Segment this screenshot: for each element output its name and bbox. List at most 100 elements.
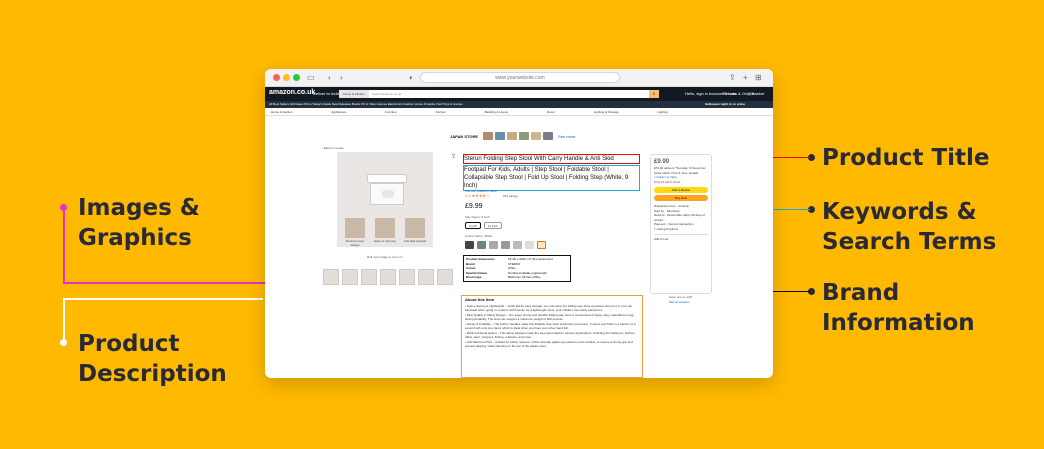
main-product-image[interactable]: Round corner design Easy to carrying Ant… <box>337 152 433 247</box>
description-bullet: • Multi-functional Helper – The safety f… <box>465 330 636 340</box>
brand-information-table: Product dimensions 23.4D x 32W x 27.9H ce… <box>463 255 571 282</box>
sell-prompt: Have one to sell? <box>669 295 693 299</box>
promo-link[interactable]: Halloween night in on prime <box>705 101 745 108</box>
product-price: £9.99 <box>465 203 483 210</box>
callout-line: Product <box>78 331 180 357</box>
basket-link[interactable]: 🛒Basket <box>747 91 764 96</box>
description-connector <box>63 298 65 342</box>
colour-swatch[interactable] <box>489 241 498 249</box>
banner-thumb <box>543 132 554 140</box>
close-window-button[interactable] <box>273 74 280 81</box>
sub-nav-item[interactable]: Lighting <box>657 110 668 114</box>
size-option[interactable]: 9 Inch <box>465 222 482 229</box>
sub-nav-item[interactable]: Bedding & Linens <box>485 110 509 114</box>
callout-line: Description <box>78 361 227 387</box>
description-connector <box>63 298 263 300</box>
search-icon[interactable]: ⌕ <box>649 90 659 98</box>
sidebar-icon[interactable]: ▭ <box>307 72 315 83</box>
banner-thumb <box>519 132 530 140</box>
basket-label: Basket <box>751 91 765 96</box>
thumbnail[interactable] <box>418 269 434 285</box>
colour-swatch[interactable] <box>513 241 522 249</box>
add-to-list-button[interactable]: Add to List <box>654 234 708 242</box>
size-option[interactable]: 11 Inch <box>484 222 502 229</box>
thumbnail[interactable] <box>361 269 377 285</box>
share-icon[interactable]: ⇪ <box>451 154 456 160</box>
callout-brand-information: Brand Information <box>822 278 975 338</box>
colour-swatch[interactable] <box>537 241 546 249</box>
amazon-nav: All Best Sellers Gift Ideas Prime Today'… <box>265 101 773 108</box>
thumbnail[interactable] <box>437 269 453 285</box>
callout-images-graphics: Images & Graphics <box>78 193 200 253</box>
address-bar[interactable]: www.yourwebsite.com <box>420 72 620 83</box>
minimize-window-button[interactable] <box>283 74 290 81</box>
callout-line: Product Title <box>822 145 990 171</box>
thumbnail-strip <box>323 269 453 285</box>
sub-nav-item[interactable]: Kitchen <box>436 110 446 114</box>
product-title: Sterun Folding Step Stool With Carry Han… <box>463 154 640 191</box>
amazon-logo[interactable]: amazon.co.uk <box>269 89 315 96</box>
buybox-info: Dispatches from · Amazon Sold by · SinoG… <box>654 204 708 227</box>
stock-status: Only 12 left in stock. <box>654 179 682 184</box>
sub-nav-item[interactable]: Lighting & Storage <box>594 110 619 114</box>
back-icon[interactable]: ‹ <box>328 72 331 83</box>
buy-now-button[interactable]: Buy Now <box>654 195 708 201</box>
sell-on-amazon-link[interactable]: Sell on Amazon <box>669 300 690 305</box>
feature-label: Easy to carrying <box>374 239 396 243</box>
back-to-results-link[interactable]: ‹ Back to results <box>322 146 344 150</box>
sub-nav-item[interactable]: Home & Garden <box>271 110 293 114</box>
callout-line: Brand <box>822 280 900 306</box>
sub-nav-item[interactable]: Décor <box>547 110 555 114</box>
callout-line: Graphics <box>78 225 192 251</box>
callout-line: Images & <box>78 195 200 221</box>
thumbnail[interactable] <box>380 269 396 285</box>
callout-line: Search Terms <box>822 229 997 255</box>
nav-items[interactable]: All Best Sellers Gift Ideas Prime Today'… <box>269 102 463 106</box>
thumbnail[interactable] <box>342 269 358 285</box>
thumbnail[interactable] <box>323 269 339 285</box>
callout-product-title: Product Title <box>822 143 990 173</box>
feature-image <box>345 218 365 238</box>
colour-swatch[interactable] <box>477 241 486 249</box>
callout-line: Information <box>822 310 975 336</box>
deliver-to[interactable]: Deliver to India <box>313 91 340 96</box>
rating-stars[interactable]: 4.4 ★★★★☆ <box>465 193 490 198</box>
colour-label: Colour Name: White <box>465 234 493 238</box>
forward-icon[interactable]: › <box>340 72 343 83</box>
maximize-window-button[interactable] <box>293 74 300 81</box>
colour-swatch[interactable] <box>501 241 510 249</box>
stool-image <box>370 183 404 205</box>
share-icon[interactable]: ⇪ <box>729 72 736 83</box>
product-description: About this item • Space Saving & Lightwe… <box>461 295 643 378</box>
description-bullet: • Handy & Foldable – The built-in handle… <box>465 321 636 331</box>
callout-keywords-search: Keywords & Search Terms <box>822 197 996 257</box>
gift-option-checkbox[interactable]: ☐ Add gift options <box>654 227 708 232</box>
sub-nav-item[interactable]: Appliances <box>331 110 346 114</box>
store-banner[interactable]: JAPAN STORE See more <box>450 131 575 141</box>
stool-image <box>367 174 407 183</box>
sub-nav: Home & Garden Appliances Furniture Kitch… <box>265 108 773 116</box>
see-more-link[interactable]: See more <box>558 134 575 139</box>
thumbnail[interactable] <box>399 269 415 285</box>
feature-image <box>405 218 425 238</box>
search-category-select[interactable]: Home & Kitchen <box>339 90 369 98</box>
store-banner-title: JAPAN STORE <box>450 133 479 139</box>
colour-swatch[interactable] <box>465 241 474 249</box>
search-bar[interactable]: Home & Kitchen Search Amazon.co.uk ⌕ <box>339 90 659 98</box>
callout-product-description: Product Description <box>78 329 227 389</box>
add-to-basket-button[interactable]: Add to Basket <box>654 187 708 193</box>
brand-info-key: Room type <box>466 275 482 279</box>
sub-nav-item[interactable]: Furniture <box>385 110 397 114</box>
colour-options <box>465 241 546 249</box>
new-tab-icon[interactable]: + <box>743 72 748 83</box>
browser-window: ▭ ‹ › ◐ www.yourwebsite.com ⇪ + ⊞ amazon… <box>265 69 773 378</box>
brand-info-row: Room type Bathroom,Kitchen,Office <box>466 275 568 280</box>
location-icon: ⌖ <box>654 175 656 179</box>
banner-thumb <box>483 132 494 140</box>
search-input[interactable]: Search Amazon.co.uk <box>372 90 401 98</box>
ratings-count[interactable]: 153 ratings <box>503 194 518 198</box>
colour-swatch[interactable] <box>525 241 534 249</box>
tabs-icon[interactable]: ⊞ <box>755 72 762 83</box>
feature-label: Round corner design <box>345 239 365 247</box>
product-title-line1: Sterun Folding Step Stool With Carry Han… <box>463 154 640 164</box>
